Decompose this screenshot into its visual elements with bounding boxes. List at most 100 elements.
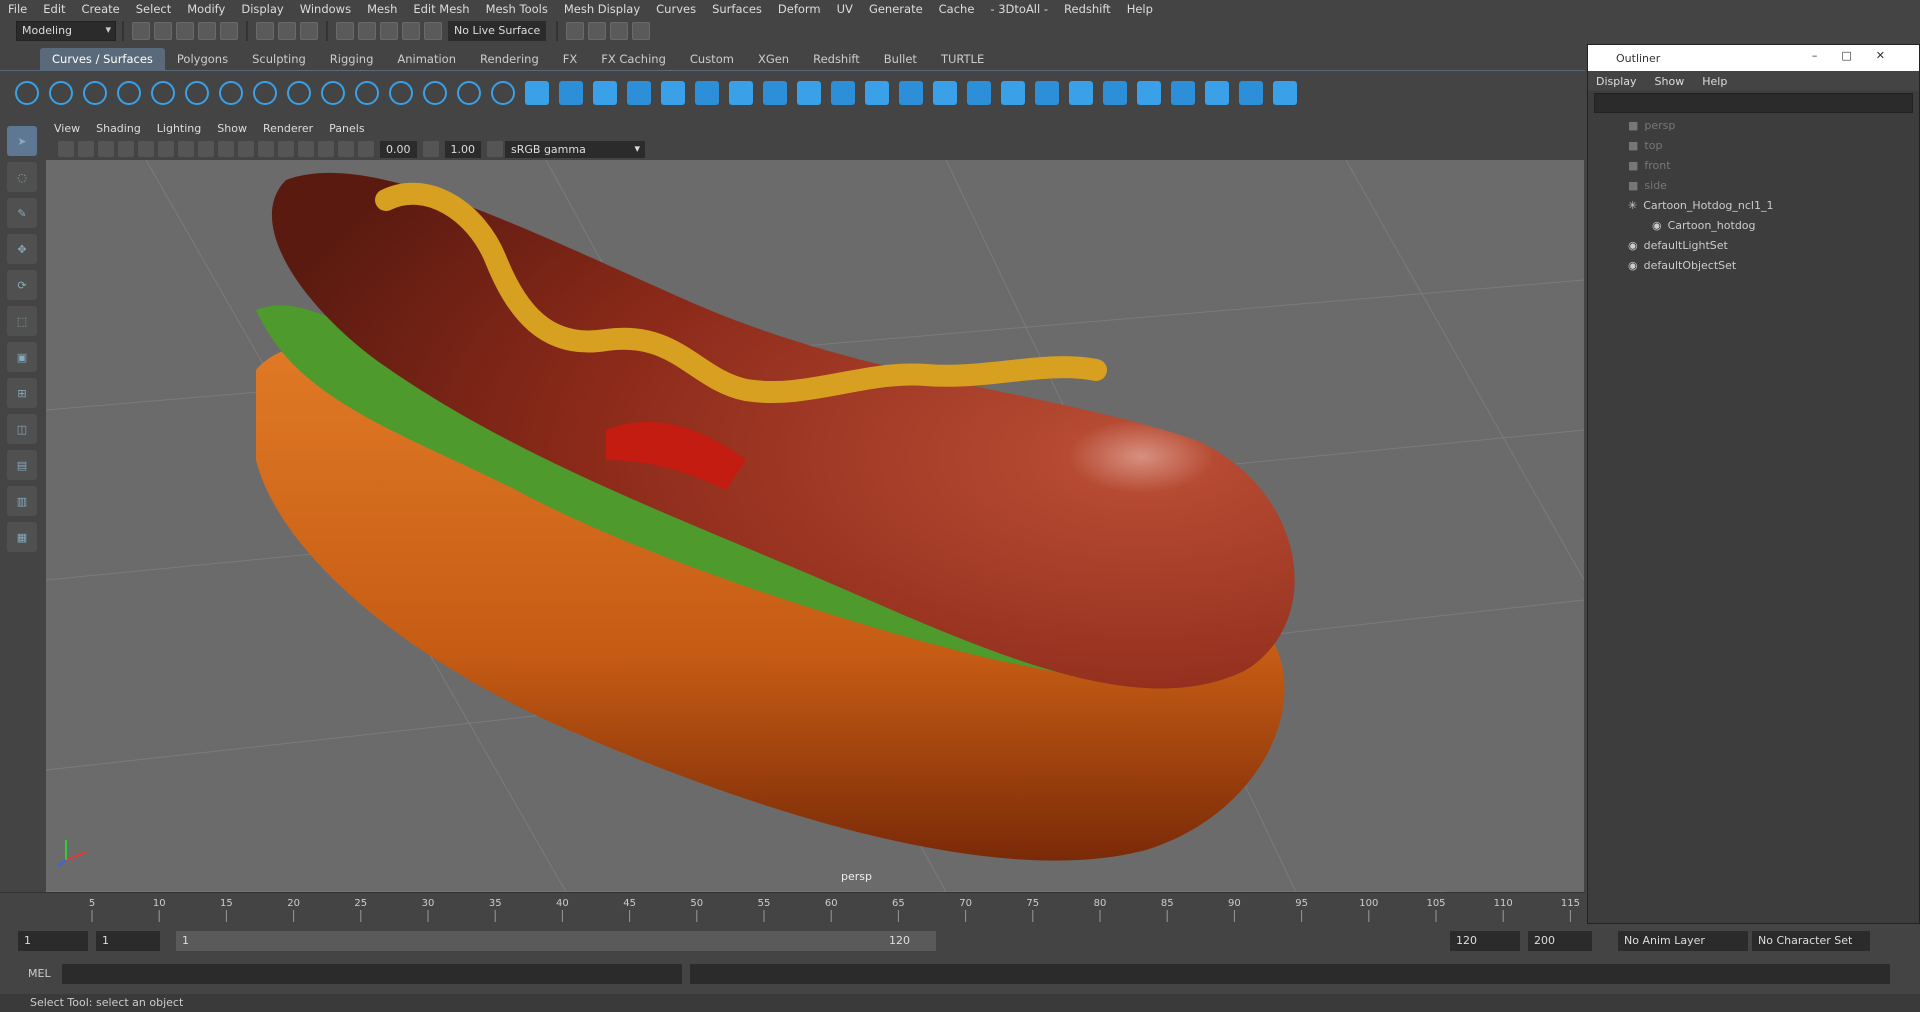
menu-mesh[interactable]: Mesh <box>367 2 397 16</box>
ambient-occlusion-icon[interactable] <box>298 141 314 157</box>
shelf-tab-custom[interactable]: Custom <box>678 48 746 70</box>
curve-tool-icon[interactable] <box>151 80 175 105</box>
mode-selector[interactable]: Modeling <box>16 21 116 41</box>
outliner-item[interactable]: ◉ Cartoon_hotdog <box>1588 215 1919 235</box>
outliner-menu-help[interactable]: Help <box>1702 75 1727 88</box>
grid-icon[interactable] <box>138 141 154 157</box>
menu--3dtoall-[interactable]: - 3DtoAll - <box>990 2 1048 16</box>
surface-tool-icon[interactable] <box>763 80 787 105</box>
viewport-menu-shading[interactable]: Shading <box>96 122 141 135</box>
surface-tool-icon[interactable] <box>1171 80 1195 105</box>
menu-help[interactable]: Help <box>1127 2 1153 16</box>
curve-tool-icon[interactable] <box>389 80 413 105</box>
shelf-tab-bullet[interactable]: Bullet <box>872 48 929 70</box>
image-plane-icon[interactable] <box>118 141 134 157</box>
surface-tool-icon[interactable] <box>593 80 617 105</box>
curve-tool-icon[interactable] <box>15 80 39 105</box>
lock-camera-icon[interactable] <box>78 141 94 157</box>
outliner-item[interactable]: ■ side <box>1588 175 1919 195</box>
surface-tool-icon[interactable] <box>559 80 583 105</box>
surface-tool-icon[interactable] <box>831 80 855 105</box>
surface-tool-icon[interactable] <box>1273 80 1297 105</box>
menu-redshift[interactable]: Redshift <box>1064 2 1111 16</box>
graph-layout-icon[interactable]: ▥ <box>7 486 37 516</box>
menu-file[interactable]: File <box>8 2 27 16</box>
viewport-panel[interactable]: View Shading Lighting Show Renderer Panels 0.… <box>46 118 1584 892</box>
viewport-canvas[interactable] <box>46 160 1584 892</box>
snap-curve-icon[interactable] <box>358 22 376 40</box>
curve-tool-icon[interactable] <box>457 80 481 105</box>
surface-tool-icon[interactable] <box>1001 80 1025 105</box>
snap-point-icon[interactable] <box>380 22 398 40</box>
start-time-field[interactable]: 1 <box>18 931 88 951</box>
gamma-field[interactable]: 1.00 <box>444 140 481 158</box>
xray-icon[interactable] <box>318 141 334 157</box>
surface-tool-icon[interactable] <box>899 80 923 105</box>
surface-tool-icon[interactable] <box>1205 80 1229 105</box>
shelf-tab-fx[interactable]: FX <box>551 48 590 70</box>
surface-tool-icon[interactable] <box>627 80 651 105</box>
curve-tool-icon[interactable] <box>49 80 73 105</box>
curve-tool-icon[interactable] <box>423 80 447 105</box>
window-controls-icon[interactable]: –□✕ <box>1812 49 1909 62</box>
bookmark-icon[interactable] <box>98 141 114 157</box>
surface-tool-icon[interactable] <box>1137 80 1161 105</box>
live-surface-field[interactable]: No Live Surface <box>448 21 547 41</box>
shelf-tab-xgen[interactable]: XGen <box>746 48 801 70</box>
surface-tool-icon[interactable] <box>695 80 719 105</box>
redo-icon[interactable] <box>220 22 238 40</box>
shelf-tab-sculpting[interactable]: Sculpting <box>240 48 318 70</box>
menu-select[interactable]: Select <box>136 2 171 16</box>
shelf-tab-rendering[interactable]: Rendering <box>468 48 551 70</box>
command-input[interactable] <box>62 964 682 984</box>
end-time-field[interactable]: 200 <box>1528 931 1592 951</box>
viewport-menu-lighting[interactable]: Lighting <box>157 122 201 135</box>
outliner-search-input[interactable] <box>1594 93 1913 113</box>
surface-tool-icon[interactable] <box>1239 80 1263 105</box>
viewport-menu-show[interactable]: Show <box>217 122 247 135</box>
character-set-dropdown[interactable]: No Character Set <box>1752 931 1870 951</box>
rotate-tool-icon[interactable]: ⟳ <box>7 270 37 300</box>
scale-tool-icon[interactable]: ⬚ <box>7 306 37 336</box>
outliner-menu-display[interactable]: Display <box>1596 75 1637 88</box>
menu-modify[interactable]: Modify <box>187 2 225 16</box>
ipr-render-icon[interactable] <box>588 22 607 40</box>
undo-icon[interactable] <box>198 22 216 40</box>
select-hierarchy-icon[interactable] <box>256 22 274 40</box>
shelf-tab-fx-caching[interactable]: FX Caching <box>589 48 678 70</box>
camera-icon[interactable] <box>58 141 74 157</box>
shelf-tab-polygons[interactable]: Polygons <box>165 48 240 70</box>
new-scene-icon[interactable] <box>132 22 150 40</box>
hypershade-icon[interactable] <box>632 22 651 40</box>
outliner-item[interactable]: ■ front <box>1588 155 1919 175</box>
menu-mesh-display[interactable]: Mesh Display <box>564 2 640 16</box>
play-start-field[interactable]: 1 <box>96 931 160 951</box>
shelf-tab-animation[interactable]: Animation <box>385 48 468 70</box>
curve-tool-icon[interactable] <box>185 80 209 105</box>
surface-tool-icon[interactable] <box>865 80 889 105</box>
open-scene-icon[interactable] <box>154 22 172 40</box>
paint-select-tool-icon[interactable]: ✎ <box>7 198 37 228</box>
color-management-icon[interactable] <box>487 141 503 157</box>
shelf-tab-curves-surfaces[interactable]: Curves / Surfaces <box>40 48 165 70</box>
film-gate-icon[interactable] <box>158 141 174 157</box>
lights-icon[interactable] <box>258 141 274 157</box>
shadows-icon[interactable] <box>278 141 294 157</box>
snap-grid-icon[interactable] <box>336 22 354 40</box>
range-slider[interactable]: 1 120 <box>176 931 936 951</box>
surface-tool-icon[interactable] <box>967 80 991 105</box>
viewport-menu-renderer[interactable]: Renderer <box>263 122 313 135</box>
wireframe-icon[interactable] <box>198 141 214 157</box>
shelf-tab-rigging[interactable]: Rigging <box>318 48 386 70</box>
snap-surface-icon[interactable] <box>424 22 442 40</box>
curve-tool-icon[interactable] <box>491 80 515 105</box>
menu-curves[interactable]: Curves <box>656 2 696 16</box>
surface-tool-icon[interactable] <box>729 80 753 105</box>
exposure-icon[interactable] <box>358 141 374 157</box>
viewport-menu-view[interactable]: View <box>54 122 80 135</box>
curve-tool-icon[interactable] <box>355 80 379 105</box>
surface-tool-icon[interactable] <box>1103 80 1127 105</box>
outliner-item[interactable]: ◉ defaultLightSet <box>1588 235 1919 255</box>
menu-uv[interactable]: UV <box>837 2 853 16</box>
shelf-tab-redshift[interactable]: Redshift <box>801 48 872 70</box>
